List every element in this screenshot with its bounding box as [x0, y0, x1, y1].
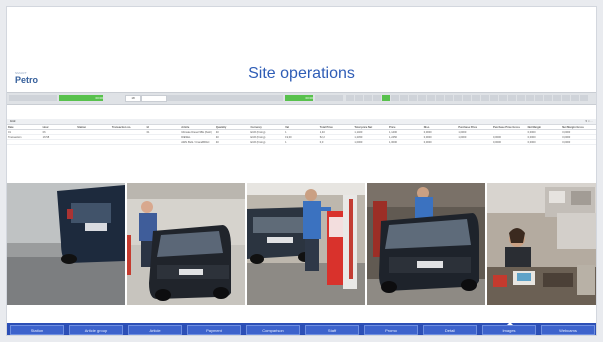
day-field[interactable]: 18	[125, 95, 141, 102]
hour-cell[interactable]	[444, 95, 453, 101]
table-row[interactable]: AWG Bulk / CraneBRAC 40 EUR (Fixing) 1 0,0 1,…	[7, 139, 596, 145]
header: SMART Petro Site operations	[7, 7, 596, 91]
table-cell	[76, 139, 111, 145]
table-cell: AWG Bulk / CraneBRAC	[180, 139, 215, 145]
nav-button-article[interactable]: Article	[128, 325, 182, 335]
hour-cell[interactable]	[399, 95, 408, 101]
nav-button-payment[interactable]: Payment	[187, 325, 241, 335]
hour-cell[interactable]	[426, 95, 435, 101]
camera-image-5[interactable]	[487, 183, 596, 305]
table-cell: 0,0	[318, 139, 354, 145]
camera-strip	[7, 183, 596, 306]
hour-cell[interactable]	[390, 95, 399, 101]
table-cell: 40	[214, 139, 250, 145]
table-cell: 1,0000	[353, 139, 389, 145]
hour-cell[interactable]	[435, 95, 444, 101]
camera-image-3[interactable]	[247, 183, 367, 305]
nav-button-station[interactable]: Station	[10, 325, 64, 335]
hour-cell[interactable]	[525, 95, 534, 101]
hour-cell[interactable]	[345, 95, 354, 101]
range-track[interactable]	[167, 95, 283, 101]
hour-cell[interactable]	[453, 95, 462, 101]
grid-table: Date Hour Station Transaction no. Id Article Q…	[7, 125, 596, 145]
nav-button-article-group[interactable]: Article group	[69, 325, 123, 335]
time-track[interactable]	[315, 95, 343, 101]
table-cell	[7, 139, 42, 145]
hour-cell[interactable]	[543, 95, 552, 101]
nav-button-staff[interactable]: Staff	[305, 325, 359, 335]
hour-cell[interactable]	[498, 95, 507, 101]
grid-titlebar: Grid ▼ × …	[7, 119, 596, 125]
hour-cell[interactable]	[516, 95, 525, 101]
hour-cell[interactable]	[552, 95, 561, 101]
grid-title: Grid	[10, 120, 16, 123]
table-cell: EUR (Fixing)	[249, 139, 285, 145]
hour-cell[interactable]	[372, 95, 381, 101]
hour-cell[interactable]	[354, 95, 363, 101]
bottom-nav: Station Article group Article Payment Compar…	[7, 322, 596, 335]
table-cell: 1,0000	[388, 139, 423, 145]
table-cell: 0,0000	[526, 139, 562, 145]
grid-controls[interactable]: ▼ × …	[585, 120, 593, 123]
hour-cell[interactable]	[534, 95, 543, 101]
hour-cell[interactable]	[381, 95, 390, 101]
camera-image-4[interactable]	[367, 183, 487, 305]
date-range-track[interactable]	[9, 95, 57, 101]
hour-cell[interactable]	[408, 95, 417, 101]
nav-button-images[interactable]: Images	[482, 322, 536, 335]
hour-cell[interactable]	[507, 95, 516, 101]
nav-button-comparison[interactable]: Comparison	[246, 325, 300, 335]
nav-button-webcams[interactable]: Webcams	[541, 325, 595, 335]
time-to-slider[interactable]: 00:00	[285, 95, 313, 101]
hour-cell[interactable]	[363, 95, 372, 101]
table-cell	[41, 139, 77, 145]
hour-cell[interactable]	[480, 95, 489, 101]
table-cell	[145, 139, 181, 145]
page-title: Site operations	[248, 65, 355, 82]
hour-cell[interactable]	[471, 95, 480, 101]
hour-cell[interactable]	[570, 95, 579, 101]
filter-toolbar: 00:00 18 00:00	[7, 92, 596, 105]
transactions-grid: Grid ▼ × … Date Hour Station Transaction no…	[7, 119, 596, 155]
table-cell	[457, 139, 492, 145]
spacer	[7, 105, 596, 119]
table-cell	[110, 139, 146, 145]
nav-button-promo[interactable]: Promo	[364, 325, 418, 335]
hour-cell[interactable]	[462, 95, 471, 101]
hour-cell[interactable]	[561, 95, 570, 101]
table-cell: 0,0000	[422, 139, 458, 145]
hour-cell[interactable]	[417, 95, 426, 101]
nav-button-detail[interactable]: Detail	[423, 325, 477, 335]
table-cell: 1	[284, 139, 319, 145]
time-from-slider[interactable]: 00:00	[59, 95, 103, 101]
table-cell: 0,0000	[561, 139, 596, 145]
month-field[interactable]	[141, 95, 167, 102]
hour-cell[interactable]	[489, 95, 498, 101]
table-cell: 0,0000	[491, 139, 527, 145]
app-window: SMART Petro Site operations 00:00 18 00:…	[6, 6, 597, 336]
camera-image-1[interactable]	[7, 183, 127, 305]
hour-cell[interactable]	[579, 95, 588, 101]
camera-image-2[interactable]	[127, 183, 247, 305]
